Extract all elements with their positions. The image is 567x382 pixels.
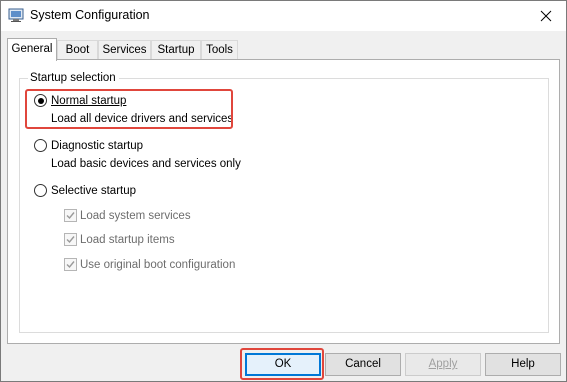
checkmark-icon: [66, 236, 75, 244]
selective-startup-label: Selective startup: [51, 184, 137, 197]
close-button[interactable]: [526, 1, 566, 30]
tab-label: Startup: [157, 44, 195, 56]
load-startup-items-checkbox: Load startup items: [64, 233, 175, 246]
window-title: System Configuration: [30, 8, 150, 22]
normal-startup-highlight: [25, 89, 233, 129]
checkmark-icon: [66, 261, 75, 269]
tab-label: Services: [102, 44, 147, 56]
use-original-boot-config-checkbox: Use original boot configuration: [64, 258, 235, 271]
checkbox-checked-disabled: [64, 233, 77, 246]
radio-button[interactable]: [34, 184, 47, 197]
load-startup-items-label: Load startup items: [80, 233, 175, 246]
ok-button-highlight: [240, 348, 324, 380]
help-label: Help: [511, 358, 535, 370]
apply-button[interactable]: Apply: [405, 353, 481, 376]
checkbox-checked-disabled: [64, 209, 77, 222]
load-system-services-label: Load system services: [80, 209, 191, 222]
tab-boot[interactable]: Boot: [57, 40, 98, 60]
msconfig-icon: [8, 8, 24, 22]
title-bar[interactable]: System Configuration: [1, 1, 566, 31]
tab-label: General: [11, 43, 53, 55]
diagnostic-startup-description: Load basic devices and services only: [51, 158, 241, 170]
diagnostic-startup-label: Diagnostic startup: [51, 139, 144, 152]
tab-label: Tools: [206, 44, 233, 56]
cancel-label: Cancel: [345, 358, 381, 370]
help-button[interactable]: Help: [485, 353, 561, 376]
tab-general[interactable]: General: [7, 38, 57, 61]
selective-startup-radio[interactable]: Selective startup: [34, 184, 136, 197]
apply-label: Apply: [428, 358, 458, 370]
diagnostic-startup-radio[interactable]: Diagnostic startup: [34, 139, 143, 152]
cancel-button[interactable]: Cancel: [325, 353, 401, 376]
checkbox-checked-disabled: [64, 258, 77, 271]
load-system-services-checkbox: Load system services: [64, 209, 191, 222]
tab-tools[interactable]: Tools: [201, 40, 238, 60]
general-tab-panel: Startup selection Normal startup Load al…: [7, 59, 560, 344]
tab-services[interactable]: Services: [98, 40, 151, 60]
checkmark-icon: [66, 212, 75, 220]
tab-startup[interactable]: Startup: [151, 40, 201, 60]
startup-selection-label: Startup selection: [28, 72, 119, 84]
tab-label: Boot: [65, 44, 90, 56]
system-configuration-window: System Configuration General Boot Servic…: [0, 0, 567, 382]
use-original-boot-config-label: Use original boot configuration: [80, 258, 236, 271]
close-icon: [540, 10, 552, 21]
radio-button[interactable]: [34, 139, 47, 152]
